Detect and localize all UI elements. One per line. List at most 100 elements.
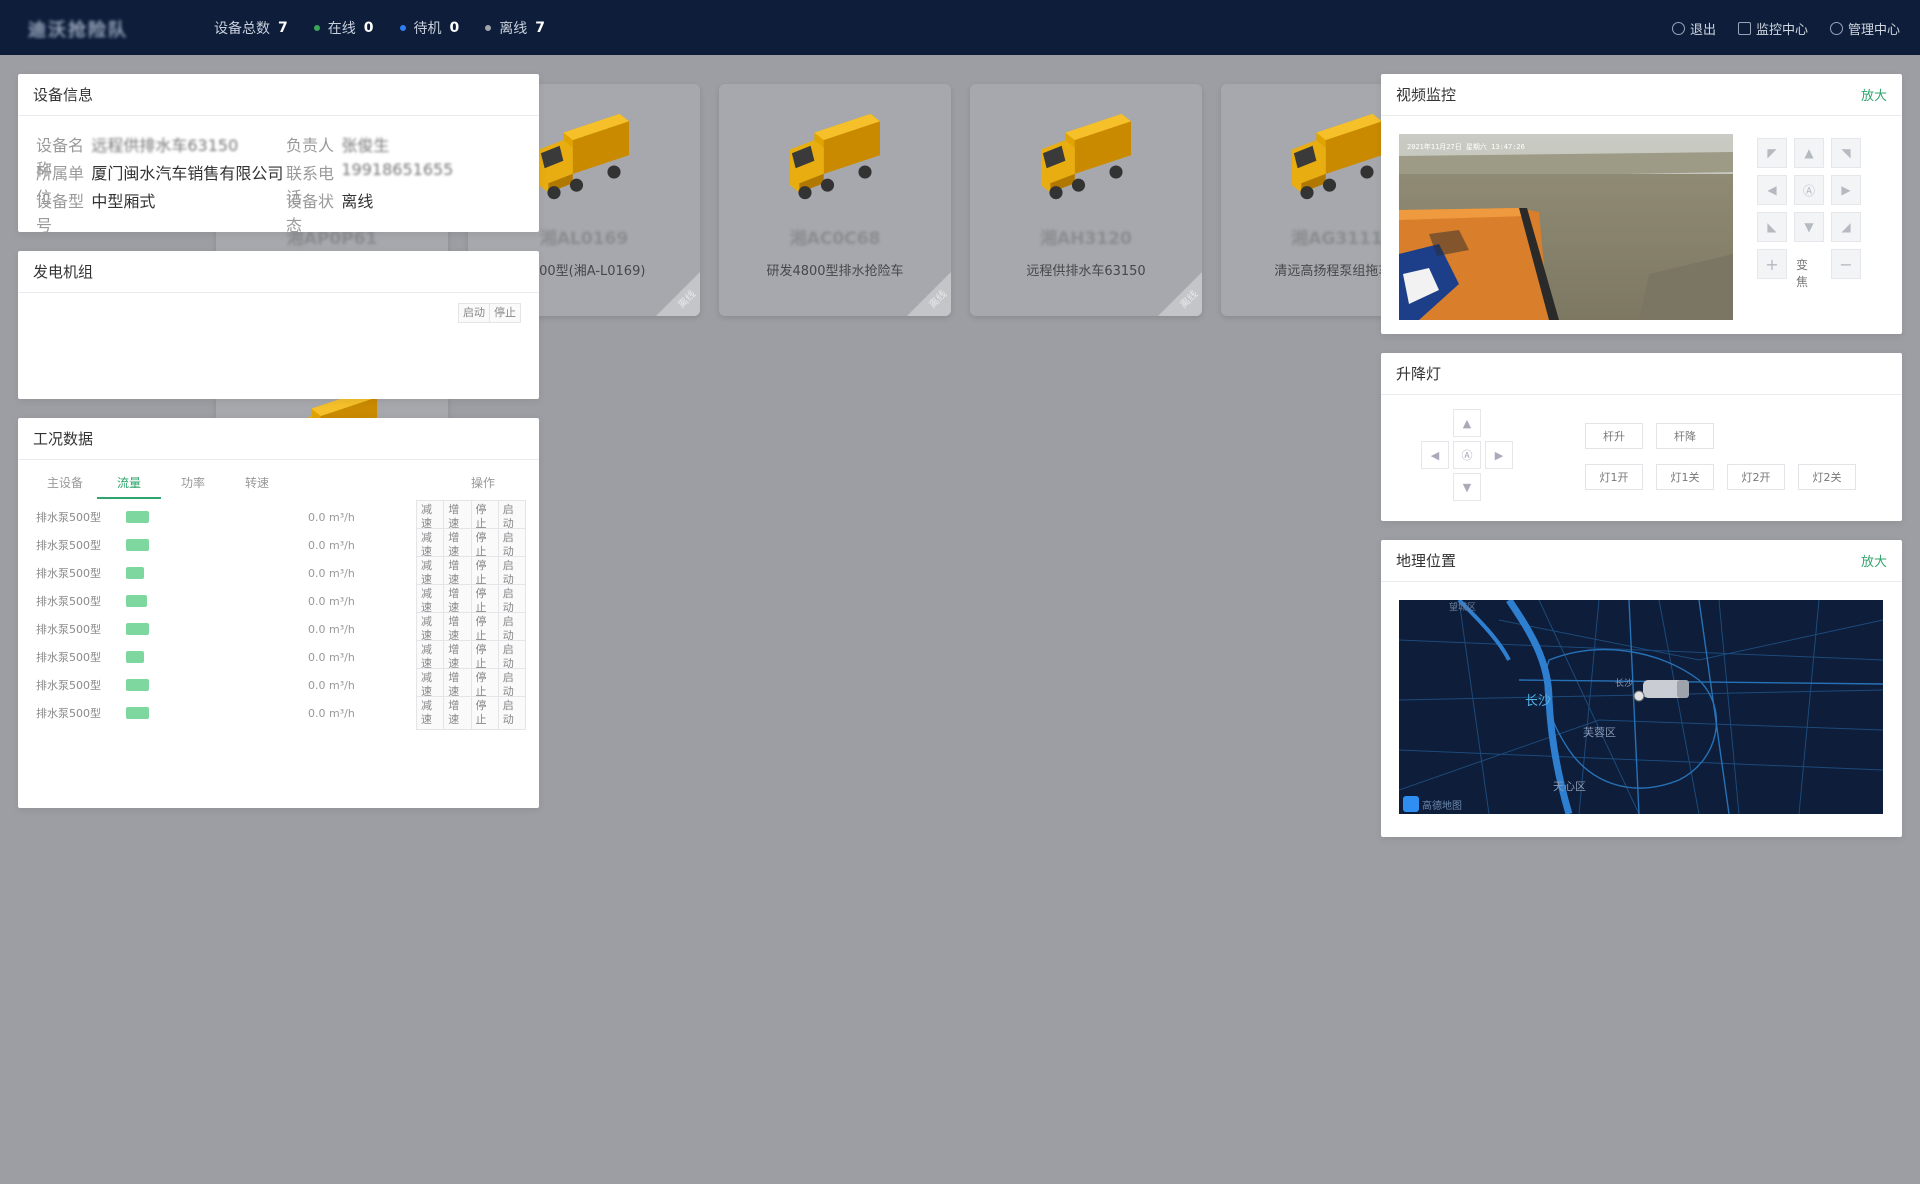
- light2-off-button[interactable]: 灯2关: [1798, 464, 1856, 490]
- generator-start-button[interactable]: 启动: [458, 303, 489, 323]
- generator-header: 发电机组: [18, 251, 539, 293]
- tab-speed[interactable]: 转速: [225, 474, 289, 499]
- zoom-label: 变焦: [1796, 258, 1809, 289]
- amap-logo-icon: [1403, 796, 1419, 812]
- flow-value: 0.0 m³/h: [308, 594, 355, 608]
- pole-down-button[interactable]: 杆降: [1656, 423, 1714, 449]
- lift-auto-button[interactable]: Ⓐ: [1453, 441, 1481, 469]
- light1-off-button[interactable]: 灯1关: [1656, 464, 1714, 490]
- device-card[interactable]: 湘AH3120 远程供排水车63150 离线: [970, 84, 1202, 316]
- start-button[interactable]: 启动: [497, 696, 526, 730]
- map-view[interactable]: 望城区 长沙 长沙 芙蓉区 天心区 高德地图: [1399, 600, 1883, 814]
- location-header: 地理位置 放大: [1381, 540, 1902, 582]
- brand-title: 迪沃抢险队: [28, 20, 128, 41]
- device-card[interactable]: 湘AC0C68 研发4800型排水抢险车 离线: [719, 84, 951, 316]
- lift-light-header: 升降灯: [1381, 353, 1902, 395]
- panel-title: 视频监控: [1396, 86, 1457, 104]
- monitor-center-button[interactable]: 监控中心: [1737, 19, 1808, 38]
- panel-title: 地理位置: [1396, 552, 1457, 570]
- video-frame: [1399, 134, 1733, 320]
- generator-stop-button[interactable]: 停止: [489, 303, 521, 323]
- monitor-center-label: 监控中心: [1755, 23, 1808, 38]
- truck-icon: [539, 113, 629, 200]
- tab-power[interactable]: 功率: [161, 474, 225, 499]
- tab-flow[interactable]: 流量: [97, 474, 161, 499]
- flow-level-bar: [126, 707, 149, 719]
- flow-value: 0.0 m³/h: [308, 706, 355, 720]
- accelerate-button[interactable]: 增速: [443, 696, 471, 730]
- flow-level-bar: [126, 651, 144, 663]
- zoom-in-button[interactable]: +: [1757, 249, 1787, 279]
- ptz-auto-button[interactable]: Ⓐ: [1794, 175, 1824, 205]
- ptz-down-right-button[interactable]: ◢: [1831, 212, 1861, 242]
- pump-name: 排水泵500型: [36, 707, 101, 720]
- top-actions: 退出 监控中心 管理中心: [1671, 19, 1900, 38]
- pole-up-button[interactable]: 杆升: [1585, 423, 1643, 449]
- panel-title: 升降灯: [1396, 365, 1442, 383]
- ptz-left-button[interactable]: ◀: [1757, 175, 1787, 205]
- lift-up-button[interactable]: ▲: [1453, 409, 1481, 437]
- map-roads: [1399, 600, 1883, 814]
- pump-name: 排水泵500型: [36, 567, 101, 580]
- ptz-right-button[interactable]: ▶: [1831, 175, 1861, 205]
- info-key: 设备状态: [286, 192, 335, 235]
- zoom-out-button[interactable]: −: [1831, 249, 1861, 279]
- flow-value: 0.0 m³/h: [308, 622, 355, 636]
- light1-on-button[interactable]: 灯1开: [1585, 464, 1643, 490]
- info-value: 中型厢式: [91, 192, 156, 211]
- ptz-down-left-button[interactable]: ◣: [1757, 212, 1787, 242]
- card-plate: 湘AH3120: [1040, 229, 1132, 249]
- ptz-up-button[interactable]: ▲: [1794, 138, 1824, 168]
- card-plate: 湘AC0C68: [789, 229, 881, 249]
- lift-right-button[interactable]: ▶: [1485, 441, 1513, 469]
- stat-online: 在线 0: [313, 18, 374, 38]
- stop-button[interactable]: 停止: [470, 696, 498, 730]
- table-row: 排水泵500型 0.0 m³/h 减速 增速 停止 启动: [36, 556, 526, 590]
- video-header: 视频监控 放大: [1381, 74, 1902, 116]
- pump-name: 排水泵500型: [36, 595, 101, 608]
- table-row: 排水泵500型 0.0 m³/h 减速 增速 停止 启动: [36, 584, 526, 618]
- stat-offline: 离线 7: [485, 18, 545, 38]
- top-bar: 迪沃抢险队 设备总数 7 在线 0 待机 0 离线 7 退出 监控中心 管理中心: [0, 0, 1920, 55]
- stat-offline-label: 离线: [499, 21, 528, 37]
- light2-on-button[interactable]: 灯2开: [1727, 464, 1785, 490]
- manage-center-button[interactable]: 管理中心: [1829, 19, 1900, 38]
- table-row: 排水泵500型 0.0 m³/h 减速 增速 停止 启动: [36, 528, 526, 562]
- ptz-down-button[interactable]: ▼: [1794, 212, 1824, 242]
- work-data-tabs: 主设备 流量 功率 转速: [33, 474, 289, 499]
- flow-level-bar: [126, 567, 144, 579]
- power-icon: [1671, 22, 1685, 35]
- decelerate-button[interactable]: 减速: [416, 696, 444, 730]
- video-expand-link[interactable]: 放大: [1861, 85, 1887, 104]
- flow-value: 0.0 m³/h: [308, 566, 355, 580]
- stat-total-value: 7: [278, 20, 288, 36]
- flow-value: 0.0 m³/h: [308, 678, 355, 692]
- table-row: 排水泵500型 0.0 m³/h 减速 增速 停止 启动: [36, 612, 526, 646]
- map-expand-link[interactable]: 放大: [1861, 551, 1887, 570]
- logout-button[interactable]: 退出: [1671, 19, 1716, 38]
- video-timestamp: 2021年11月27日 星期六 13:47:26: [1407, 143, 1525, 151]
- ptz-up-left-button[interactable]: ◤: [1757, 138, 1787, 168]
- video-panel: 视频监控 放大 2021年11月27日 星期六 13:47:26 ◤ ▲ ◥ ◀…: [1381, 74, 1902, 334]
- device-info-panel: 设备信息 设备名称 远程供排水车63150 负责人 张俊生 所属单位 厦门闽水汽…: [18, 74, 539, 235]
- truck-marker-icon: [1633, 680, 1689, 702]
- lift-down-button[interactable]: ▼: [1453, 473, 1481, 501]
- pump-controls: 减速 增速 停止 启动: [416, 696, 526, 730]
- manage-center-label: 管理中心: [1847, 23, 1900, 38]
- monitor-icon: [1737, 22, 1751, 35]
- generator-controls: 启动 停止: [458, 303, 521, 323]
- pump-name: 排水泵500型: [36, 679, 101, 692]
- map-watermark: 高德地图: [1403, 796, 1462, 812]
- panel-title: 设备信息: [33, 86, 94, 104]
- video-feed[interactable]: 2021年11月27日 星期六 13:47:26: [1399, 134, 1733, 320]
- map-label: 望城区: [1449, 603, 1477, 613]
- flow-level-bar: [126, 511, 149, 523]
- logout-label: 退出: [1689, 23, 1716, 38]
- stat-standby-label: 待机: [413, 21, 442, 37]
- ptz-up-right-button[interactable]: ◥: [1831, 138, 1861, 168]
- stat-offline-value: 7: [535, 20, 545, 36]
- tab-main-device[interactable]: 主设备: [33, 474, 97, 499]
- pump-name: 排水泵500型: [36, 539, 101, 552]
- lift-left-button[interactable]: ◀: [1421, 441, 1449, 469]
- device-stats: 设备总数 7 在线 0 待机 0 离线 7: [214, 18, 545, 38]
